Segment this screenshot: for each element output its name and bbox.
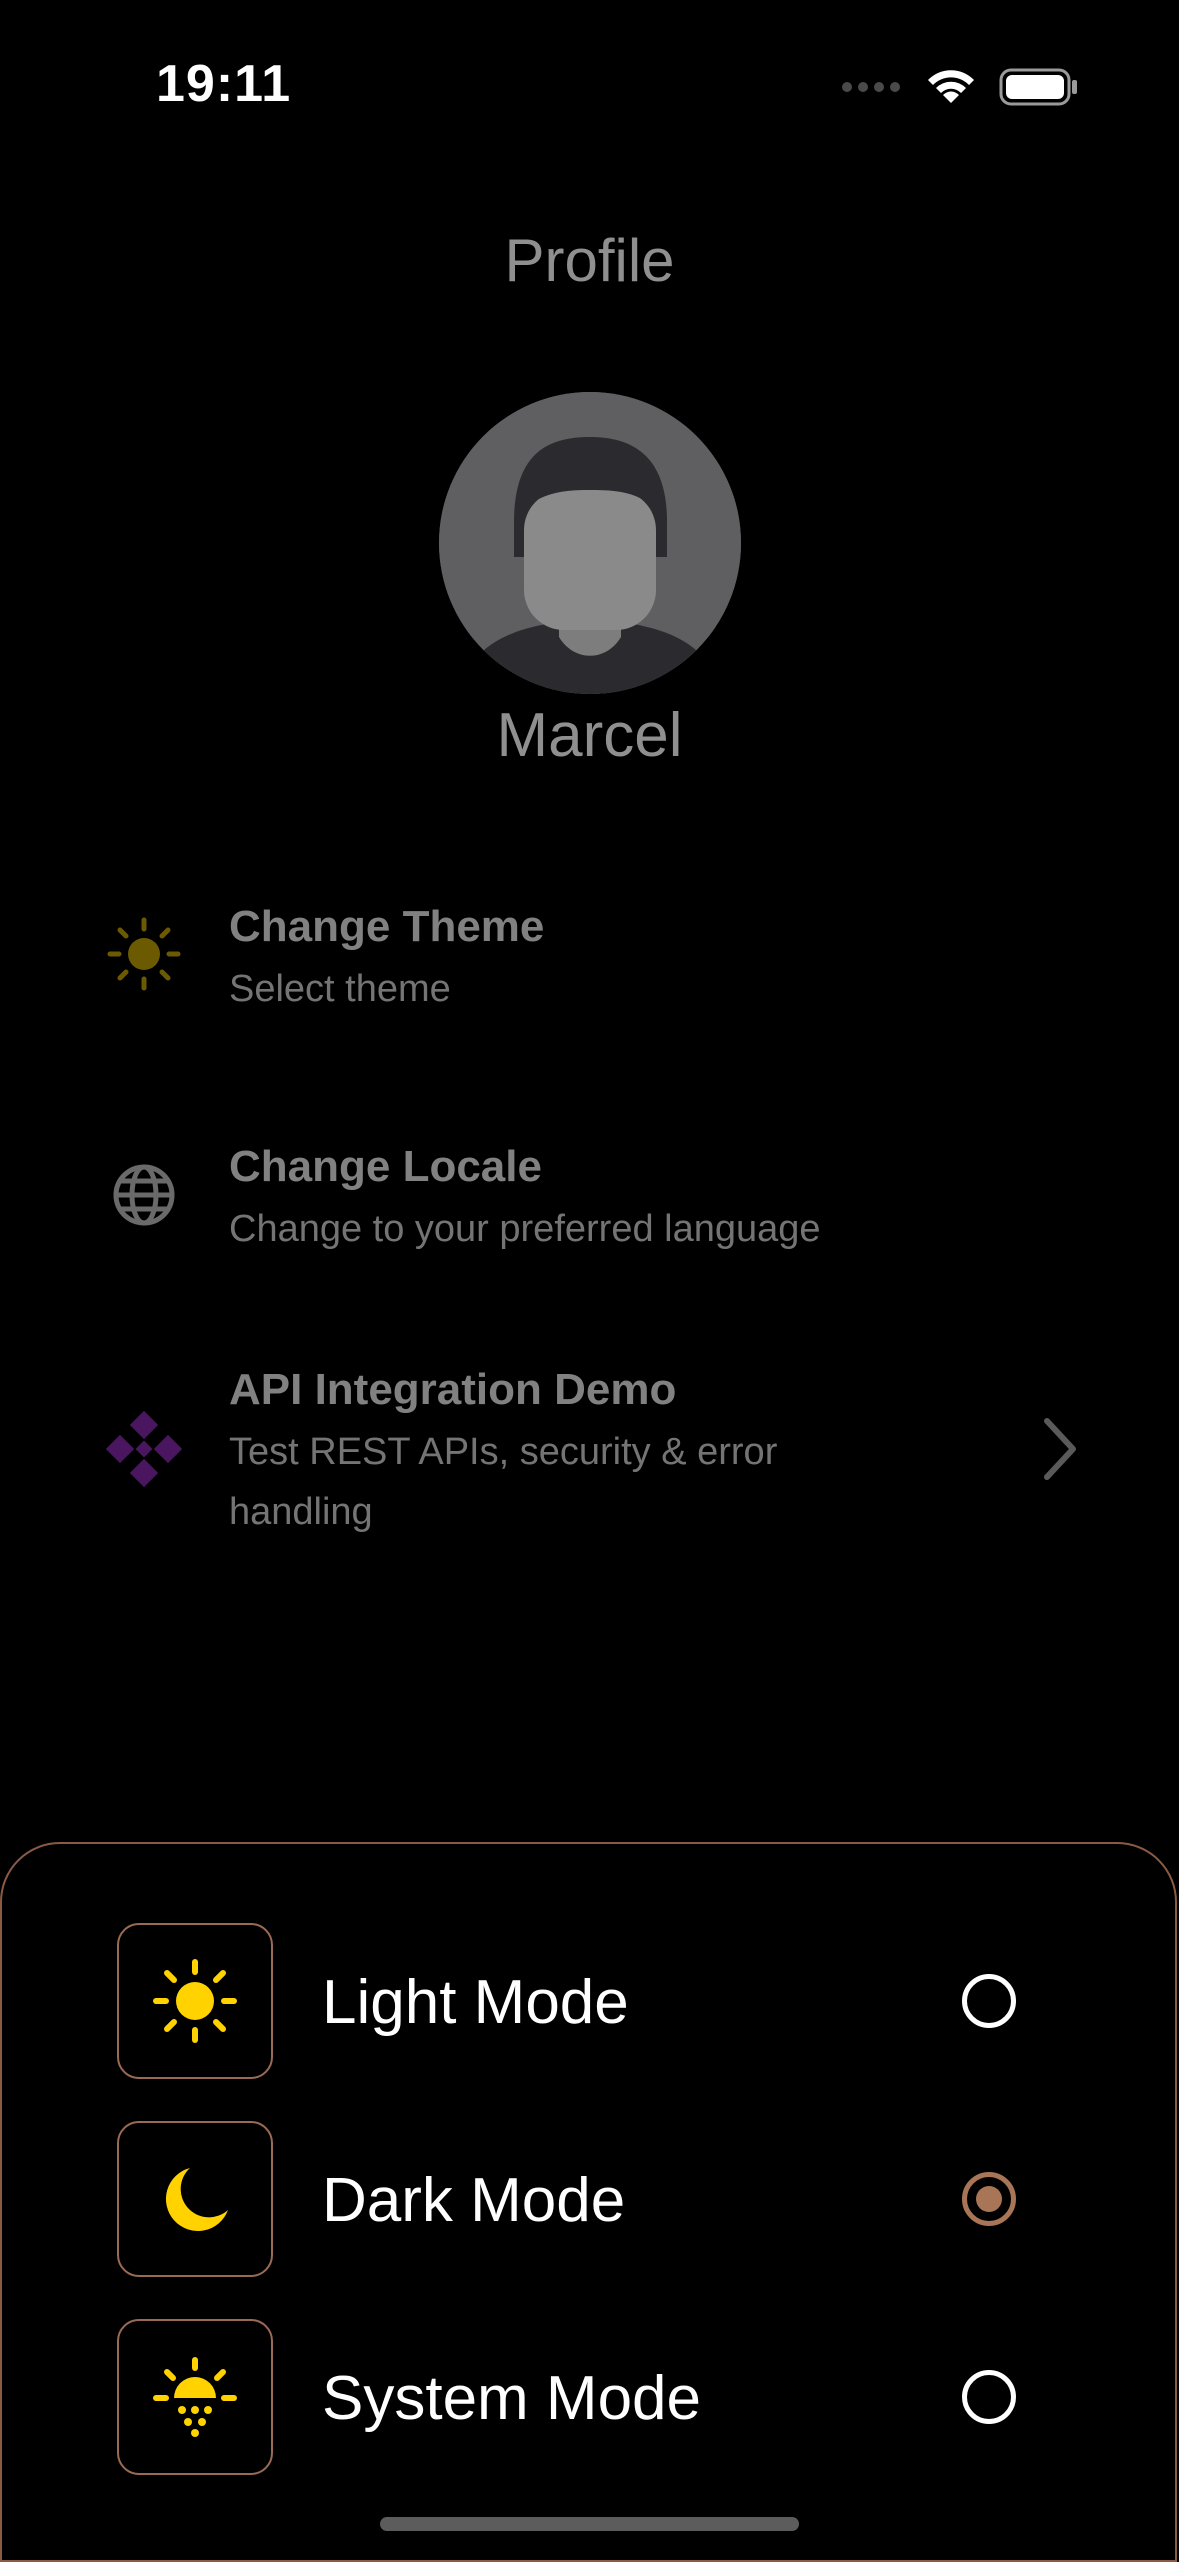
menu-item-title: API Integration Demo <box>229 1365 677 1414</box>
battery-icon <box>999 68 1077 106</box>
wifi-icon <box>928 70 974 103</box>
status-bar: 19:11 <box>0 0 1179 170</box>
radio-button[interactable] <box>962 1974 1016 2028</box>
person-silhouette-icon <box>439 392 741 694</box>
menu-item-subtitle: Select theme <box>229 968 451 1010</box>
option-label: Dark Mode <box>322 2166 626 2235</box>
globe-icon <box>113 1164 175 1226</box>
cellular-signal-icon <box>842 82 900 92</box>
menu-item-title: Change Locale <box>229 1142 542 1191</box>
menu-item-api-demo[interactable]: API Integration Demo Test REST APIs, sec… <box>0 1353 1179 1553</box>
sunrise-icon <box>153 2357 237 2437</box>
menu-item-subtitle: Test REST APIs, security & error handlin… <box>229 1431 778 1533</box>
status-time: 19:11 <box>156 55 292 113</box>
option-icon-box <box>117 2319 273 2475</box>
sun-icon <box>153 1959 237 2043</box>
page-title: Profile <box>504 227 675 294</box>
home-indicator <box>380 2517 799 2531</box>
option-icon-box <box>117 2121 273 2277</box>
radio-button[interactable] <box>962 2370 1016 2424</box>
sun-icon <box>107 917 181 991</box>
radio-button-selected[interactable] <box>962 2172 1016 2226</box>
theme-option-system[interactable]: System Mode <box>0 2319 1179 2475</box>
user-name: Marcel <box>496 701 683 770</box>
api-icon <box>105 1410 183 1488</box>
chevron-right-icon <box>1044 1418 1076 1480</box>
menu-item-title: Change Theme <box>229 902 545 951</box>
theme-option-dark[interactable]: Dark Mode <box>0 2121 1179 2277</box>
moon-icon <box>165 2168 228 2231</box>
status-indicators <box>841 62 1079 112</box>
menu-item-change-locale[interactable]: Change Locale Change to your preferred l… <box>0 1130 1179 1270</box>
theme-option-light[interactable]: Light Mode <box>0 1923 1179 2079</box>
option-icon-box <box>117 1923 273 2079</box>
menu-item-change-theme[interactable]: Change Theme Select theme <box>0 890 1179 1030</box>
option-label: System Mode <box>322 2364 702 2433</box>
option-label: Light Mode <box>322 1968 629 2037</box>
menu-item-subtitle: Change to your preferred language <box>229 1208 821 1250</box>
avatar[interactable] <box>439 392 741 694</box>
